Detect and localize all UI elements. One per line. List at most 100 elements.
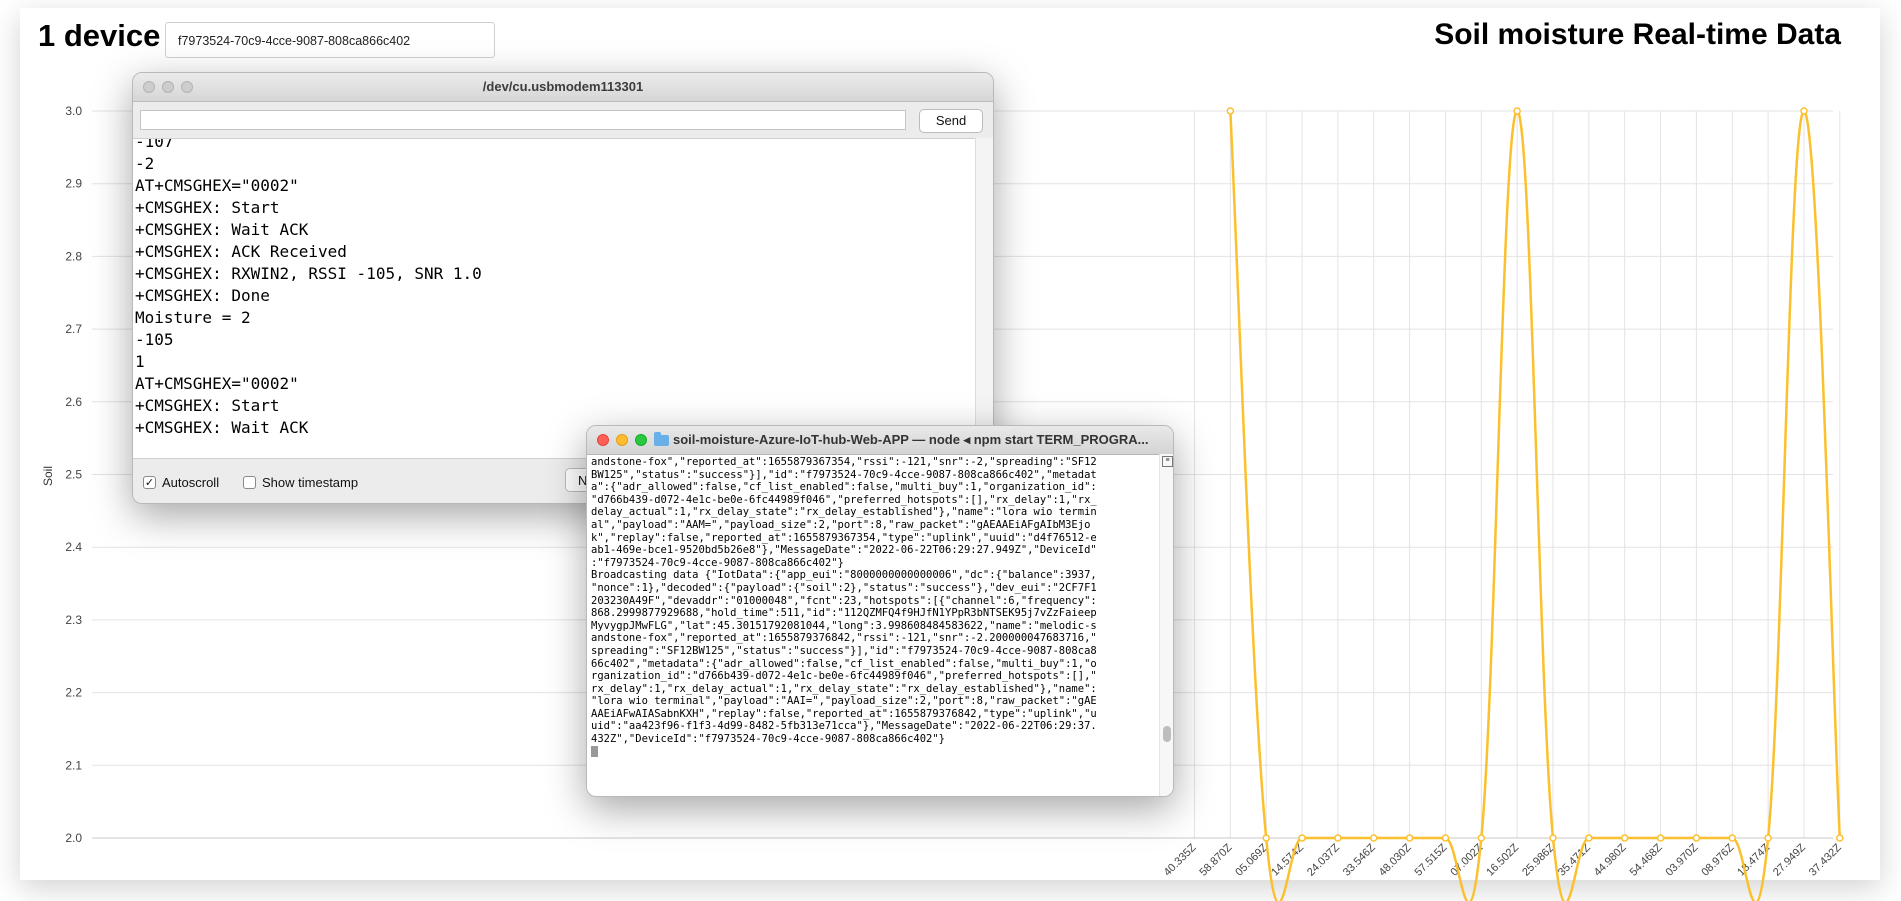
x-tick-label: 25.986Z	[1520, 841, 1557, 878]
x-tick-label: 03.970Z	[1663, 841, 1700, 878]
terminal-line: 66c402","metadata":{"adr_allowed":false,…	[591, 657, 1097, 670]
serial-output-lines: -107 -2 AT+CMSGHEX="0002" +CMSGHEX: Start +C…	[135, 138, 482, 439]
serial-titlebar[interactable]: /dev/cu.usbmodem113301	[133, 73, 993, 102]
y-tick-label: 2.7	[65, 322, 82, 336]
autoscroll-checkbox[interactable]: ✓ Autoscroll	[143, 475, 219, 490]
serial-line: +CMSGHEX: ACK Received	[135, 242, 347, 261]
x-tick-label: 37.432Z	[1807, 841, 1844, 878]
x-tick-label: 40.335Z	[1162, 841, 1199, 878]
x-tick-label: 27.949Z	[1771, 841, 1808, 878]
serial-output[interactable]: -107 -2 AT+CMSGHEX="0002" +CMSGHEX: Start +C…	[133, 138, 975, 459]
terminal-line: a":{"adr_allowed":false,"cf_list_enabled…	[591, 481, 1097, 494]
zoom-icon[interactable]	[181, 81, 193, 93]
window-controls	[597, 434, 647, 446]
y-tick-label: 2.6	[65, 395, 82, 409]
terminal-window: soil-moisture-Azure-IoT-hub-Web-APP — no…	[586, 425, 1174, 797]
autoscroll-label: Autoscroll	[162, 475, 220, 490]
y-axis-label: Soil	[41, 466, 55, 486]
send-button[interactable]: Send	[919, 109, 983, 133]
terminal-line: spreading":"SF12BW125","status":"success…	[591, 644, 1097, 657]
x-tick-label: 48.030Z	[1377, 841, 1414, 878]
terminal-scrollbar[interactable]: ≡	[1159, 454, 1173, 796]
terminal-line: andstone-fox","reported_at":165587937684…	[591, 632, 1097, 645]
terminal-line: :"f7973524-70c9-4cce-9087-808ca866c402"}	[591, 556, 844, 569]
terminal-line: ab1-469e-bce1-9520bd5b26e8"},"MessageDat…	[591, 544, 1097, 557]
data-point	[1513, 107, 1521, 115]
data-point	[1728, 834, 1736, 842]
zoom-icon[interactable]	[635, 434, 647, 446]
y-tick-label: 2.3	[65, 613, 82, 627]
x-tick-label: 05.069Z	[1233, 841, 1270, 878]
y-tick-label: 2.2	[65, 686, 82, 700]
checkbox-icon	[243, 476, 256, 489]
terminal-line: MyvygpJMwFLG","lat":45.30151792081044,"l…	[591, 619, 1097, 632]
terminal-line: delay_actual":1,"rx_delay_state":"rx_del…	[591, 506, 1097, 519]
serial-window-title: /dev/cu.usbmodem113301	[482, 79, 644, 94]
window-controls	[143, 81, 193, 93]
send-row: Send	[133, 102, 993, 138]
y-tick-label: 2.8	[65, 249, 82, 263]
x-tick-label: 33.546Z	[1341, 841, 1378, 878]
terminal-line: Broadcasting data {"IotData":{"app_eui":…	[591, 569, 1097, 582]
data-point	[1477, 834, 1486, 842]
data-point	[1226, 107, 1235, 115]
terminal-line: 868.2999877929688,"hold_time":511,"id":"…	[591, 607, 1097, 620]
cursor-icon	[591, 745, 598, 757]
y-tick-label: 2.1	[65, 758, 82, 772]
data-point	[1549, 834, 1557, 842]
serial-line: AT+CMSGHEX="0002"	[135, 176, 299, 195]
data-point	[1764, 834, 1772, 842]
x-tick-label: 44.980Z	[1592, 841, 1629, 878]
serial-line: +CMSGHEX: Start	[135, 198, 280, 217]
y-tick-label: 2.9	[65, 177, 82, 191]
terminal-line: 432Z","DeviceId":"f7973524-70c9-4cce-908…	[591, 733, 946, 746]
terminal-line: "d766b439-d072-4e1c-be0e-6fc44989f046","…	[591, 493, 1097, 506]
data-point	[1692, 834, 1701, 842]
x-tick-label: 08.976Z	[1699, 841, 1736, 878]
terminal-line: rganization_id":"d766b439-d072-4e1c-be0e…	[591, 670, 1097, 683]
serial-scrollbar[interactable]	[975, 138, 993, 458]
scroll-thumb[interactable]	[1163, 726, 1171, 742]
data-point	[1441, 834, 1450, 842]
close-icon[interactable]	[143, 81, 155, 93]
x-tick-label: 16.502Z	[1484, 841, 1521, 878]
x-tick-label: 54.468Z	[1628, 841, 1665, 878]
send-input[interactable]	[140, 110, 906, 130]
terminal-line: AAEiAFwAIASabnKXH","replay":false,"repor…	[591, 707, 1097, 720]
data-point	[1656, 834, 1665, 842]
serial-line: +CMSGHEX: RXWIN2, RSSI -105, SNR 1.0	[135, 264, 482, 283]
serial-line: Moisture = 2	[135, 308, 251, 327]
x-tick-label: 24.037Z	[1305, 841, 1342, 878]
terminal-line: uid":"aa423f96-f1f3-4d99-8482-5fb313e71c…	[591, 720, 1097, 733]
serial-line: -105	[135, 330, 174, 349]
data-point	[1405, 834, 1414, 842]
terminal-titlebar[interactable]: soil-moisture-Azure-IoT-hub-Web-APP — no…	[587, 426, 1173, 455]
data-point	[1262, 834, 1270, 842]
y-tick-label: 2.4	[65, 540, 82, 554]
serial-line: AT+CMSGHEX="0002"	[135, 374, 299, 393]
show-timestamp-label: Show timestamp	[262, 475, 359, 490]
minimize-icon[interactable]	[616, 434, 628, 446]
soil-series-line	[1229, 109, 1842, 901]
serial-line: -2	[135, 154, 155, 173]
y-tick-label: 2.5	[65, 468, 82, 482]
terminal-window-title: soil-moisture-Azure-IoT-hub-Web-APP — no…	[673, 432, 1149, 447]
serial-line: -107	[135, 138, 174, 151]
close-icon[interactable]	[597, 434, 609, 446]
data-point	[1370, 834, 1378, 842]
split-pane-icon[interactable]: ≡	[1162, 456, 1173, 467]
minimize-icon[interactable]	[162, 81, 174, 93]
terminal-line: al","payload":"AAM=","payload_size":2,"p…	[591, 518, 1091, 531]
terminal-line: BW125","status":"success"}],"id":"f79735…	[591, 468, 1097, 481]
terminal-line: 203230A49F","devaddr":"01000048","fcnt":…	[591, 594, 1097, 607]
data-point	[1620, 834, 1629, 842]
terminal-line: "nonce":1},"decoded":{"payload":{"soil":…	[591, 581, 1097, 594]
terminal-line: k","replay":false,"reported_at":16558793…	[591, 531, 1097, 544]
terminal-output[interactable]: andstone-fox","reported_at":165587936735…	[591, 456, 1157, 791]
terminal-line: andstone-fox","reported_at":165587936735…	[591, 456, 1097, 468]
serial-line: +CMSGHEX: Done	[135, 286, 270, 305]
terminal-line: "lora wio terminal","payload":"AAI=","pa…	[591, 695, 1097, 708]
serial-line: +CMSGHEX: Start	[135, 396, 280, 415]
show-timestamp-checkbox[interactable]: Show timestamp	[243, 475, 358, 490]
data-point	[1298, 834, 1306, 842]
